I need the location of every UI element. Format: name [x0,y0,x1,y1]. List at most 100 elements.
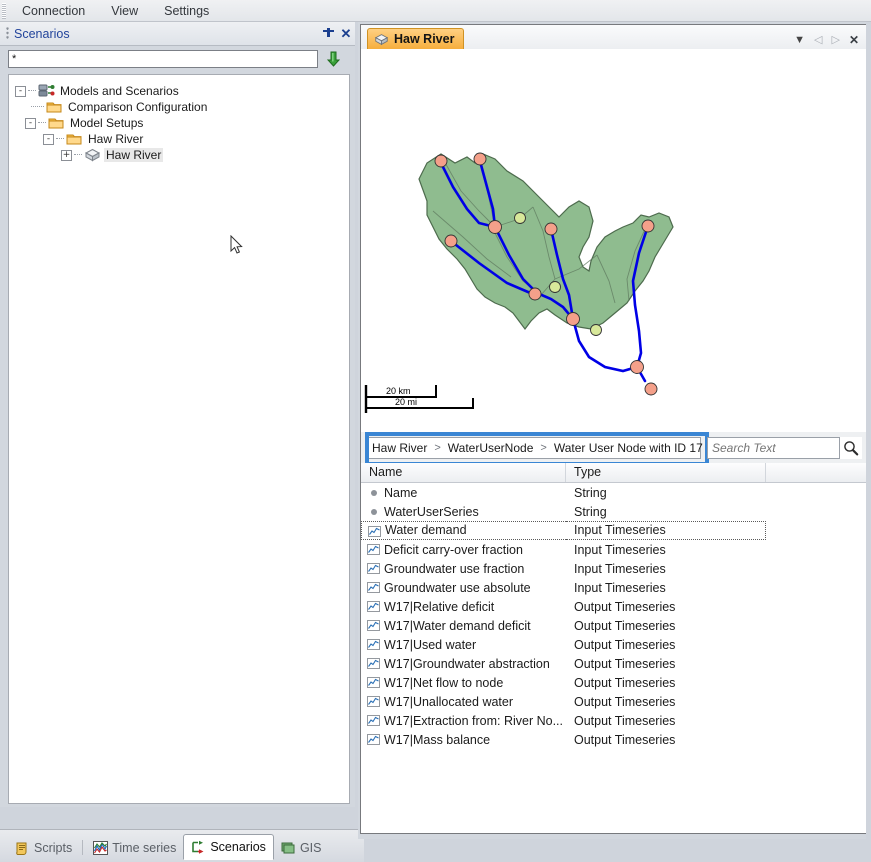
table-row[interactable]: W17|Net flow to node Output Timeseries [361,673,867,692]
drag-grip-icon[interactable] [6,27,9,40]
grid-cell-type[interactable]: String [566,486,766,500]
grid-cell-name[interactable]: Water demand [361,521,566,540]
grid-cell-name-label: W17|Extraction from: River No... [384,713,563,728]
grid-cell-type[interactable]: Input Timeseries [566,581,766,595]
expander-toggle[interactable]: + [61,149,72,161]
apply-filter-button[interactable] [322,48,344,70]
document-tab-haw-river[interactable]: Haw River [367,28,465,49]
grid-cell-name[interactable]: W17|Unallocated water [361,692,566,711]
menu-item-view[interactable]: View [101,2,148,20]
grid-cell-type[interactable]: Output Timeseries [566,619,766,633]
grid-cell-type[interactable]: Output Timeseries [566,695,766,709]
table-row[interactable]: W17|Relative deficit Output Timeseries [361,597,867,616]
menu-grip[interactable] [2,2,6,19]
grid-cell-name[interactable]: W17|Groundwater abstraction [361,654,566,673]
table-row[interactable]: W17|Extraction from: River No... Output T… [361,711,867,730]
table-row[interactable]: WaterUserSeries String [361,502,867,521]
grid-cell-type[interactable]: Input Timeseries [566,543,766,557]
grid-cell-type[interactable]: Output Timeseries [566,638,766,652]
grid-cell-name[interactable]: W17|Extraction from: River No... [361,711,566,730]
grid-column-header-extra[interactable] [766,463,867,482]
close-icon[interactable]: ✕ [849,34,859,46]
table-row[interactable]: Deficit carry-over fraction Input Timeser… [361,540,867,559]
grid-cell-name-label: Water demand [385,523,467,537]
tab-scenarios[interactable]: Scenarios [183,834,274,860]
tree-item-model-setups[interactable]: - Model Setups [15,115,349,131]
panel-caption-bar: Scenarios ✕ [0,22,355,46]
mouse-cursor [230,235,243,254]
grid-cell-name[interactable]: Groundwater use fraction [361,559,566,578]
menu-item-settings[interactable]: Settings [154,2,219,20]
property-grid[interactable]: Name Type Name String WaterUserSeries Strin… [361,463,867,833]
table-row[interactable]: W17|Used water Output Timeseries [361,635,867,654]
grid-cell-type[interactable]: Output Timeseries [566,676,766,690]
chevron-down-icon[interactable]: ▼ [794,34,805,46]
grid-cell-type[interactable]: Input Timeseries [566,562,766,576]
expander-toggle[interactable]: - [25,117,36,129]
tree-item-haw-river-folder[interactable]: - Haw River [15,131,349,147]
table-row[interactable]: W17|Mass balance Output Timeseries [361,730,867,749]
menu-bar: Connection View Settings [0,0,871,22]
tree-root: - Models and Scenarios Comparison Config… [9,75,349,163]
grid-column-header-name[interactable]: Name [361,463,566,482]
timeseries-icon [367,620,380,631]
grid-cell-type[interactable]: Output Timeseries [566,714,766,728]
filter-input[interactable] [8,50,318,68]
timeseries-icon [93,840,109,855]
tab-scripts[interactable]: Scripts [8,836,79,859]
table-row[interactable]: W17|Water demand deficit Output Timeserie… [361,616,867,635]
breadcrumb[interactable]: Haw River > WaterUserNode > Water User N… [365,432,716,466]
grid-cell-type[interactable]: Input Timeseries [566,521,766,540]
tree-item-comparison-configuration[interactable]: Comparison Configuration [15,99,349,115]
tree-item-models-and-scenarios[interactable]: - Models and Scenarios [15,83,349,99]
grid-cell-type[interactable]: String [566,505,766,519]
breadcrumb-item-2[interactable]: Water User Node with ID 17 [554,441,703,455]
tree-connector [56,138,64,140]
grid-cell-name[interactable]: W17|Net flow to node [361,673,566,692]
folder-icon [66,132,83,146]
tree-item-label: Comparison Configuration [68,100,208,114]
timeseries-icon [367,639,380,650]
grid-cell-name[interactable]: W17|Water demand deficit [361,616,566,635]
table-row[interactable]: W17|Unallocated water Output Timeseries [361,692,867,711]
grid-cell-name[interactable]: W17|Mass balance [361,730,566,749]
auto-hide-button[interactable] [319,25,337,43]
grid-cell-name[interactable]: Deficit carry-over fraction [361,540,566,559]
tab-label: Time series [112,840,177,855]
scenario-tree[interactable]: - Models and Scenarios Comparison Config… [8,74,350,804]
expander-toggle[interactable]: - [15,85,26,97]
tree-item-label: Haw River [88,132,144,146]
cube-icon [84,148,101,162]
grid-cell-type[interactable]: Output Timeseries [566,657,766,671]
grid-cell-name-label: Name [384,485,418,500]
panel-close-button[interactable]: ✕ [337,25,355,43]
table-row[interactable]: Groundwater use fraction Input Timeseries [361,559,867,578]
grid-cell-name[interactable]: Name [361,483,566,502]
triangle-left-icon[interactable]: ◁ [814,34,822,46]
tab-time-series[interactable]: Time series [86,836,183,859]
grid-cell-name[interactable]: W17|Relative deficit [361,597,566,616]
triangle-right-icon[interactable]: ▷ [831,34,839,46]
menu-item-connection[interactable]: Connection [12,2,95,20]
folder-icon [48,116,65,130]
table-row[interactable]: Name String [361,483,867,502]
grid-cell-name[interactable]: WaterUserSeries [361,502,566,521]
search-button[interactable] [840,437,862,459]
grid-cell-name[interactable]: Groundwater use absolute [361,578,566,597]
table-row[interactable]: W17|Groundwater abstraction Output Timese… [361,654,867,673]
grid-column-header-type[interactable]: Type [566,463,766,482]
grid-cell-type[interactable]: Output Timeseries [566,733,766,747]
map-view[interactable]: 20 km 20 mi [361,49,867,432]
breadcrumb-item-0[interactable]: Haw River [372,441,427,455]
tab-gis[interactable]: GIS [274,836,329,859]
table-row[interactable]: Groundwater use absolute Input Timeseries [361,578,867,597]
timeseries-icon [367,658,380,669]
grid-cell-name[interactable]: W17|Used water [361,635,566,654]
breadcrumb-item-1[interactable]: WaterUserNode [448,441,534,455]
search-input[interactable] [707,437,840,459]
grid-cell-type[interactable]: Output Timeseries [566,600,766,614]
grid-cell-name-label: Groundwater use absolute [384,580,531,595]
expander-toggle[interactable]: - [43,133,54,145]
tree-item-haw-river-model[interactable]: + Haw River [15,147,349,163]
table-row[interactable]: Water demand Input Timeseries [361,521,867,540]
